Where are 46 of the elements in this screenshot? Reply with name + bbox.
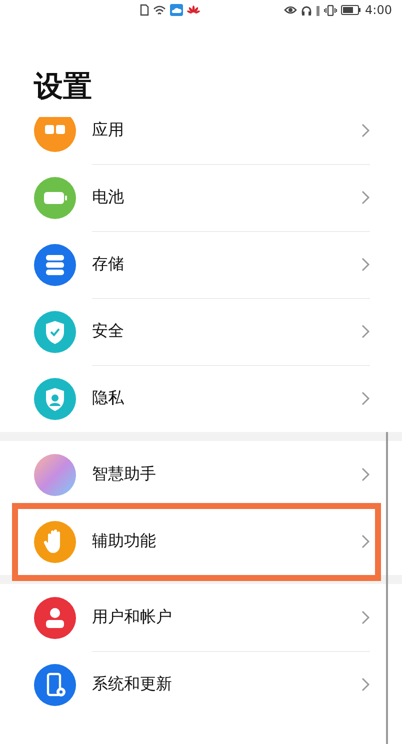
chevron-right-icon xyxy=(361,677,370,692)
chevron-right-icon xyxy=(361,256,370,272)
phone-gear-icon xyxy=(34,664,76,706)
settings-row[interactable]: 电池 xyxy=(0,164,402,231)
settings-label: 智慧助手 xyxy=(92,464,157,484)
flower-logo-icon xyxy=(187,4,200,16)
settings-label: 安全 xyxy=(92,320,125,342)
shield-person-icon xyxy=(34,378,76,420)
gradient-orb-icon xyxy=(34,454,76,496)
settings-label: 隐私 xyxy=(92,388,125,409)
chevron-right-icon xyxy=(361,324,370,338)
settings-row[interactable]: 智慧助手 xyxy=(0,441,402,508)
settings-row[interactable]: 安全 xyxy=(0,298,402,365)
chevron-right-icon xyxy=(361,466,370,482)
chevron-right-icon xyxy=(361,610,370,624)
shield-check-icon xyxy=(34,310,76,352)
chevron-right-icon xyxy=(361,534,370,549)
settings-label: 系统和更新 xyxy=(92,674,173,695)
chevron-right-icon xyxy=(361,391,370,406)
person-icon xyxy=(34,596,76,638)
settings-label: 辅助功能 xyxy=(92,531,157,552)
cloud-icon xyxy=(170,4,183,16)
chevron-right-icon xyxy=(361,122,370,138)
signal-bar-icon xyxy=(316,4,320,16)
wifi-icon xyxy=(153,4,166,16)
settings-label: 存储 xyxy=(92,254,125,274)
clock-time: 4:00 xyxy=(365,3,392,17)
settings-row[interactable]: 隐私 xyxy=(0,365,402,432)
settings-row[interactable]: 系统和更新 xyxy=(0,651,402,718)
battery-icon xyxy=(34,176,76,218)
headphones-icon xyxy=(301,4,312,16)
battery-icon xyxy=(341,5,362,15)
settings-label: 应用 xyxy=(92,120,125,140)
settings-row[interactable]: 应用 xyxy=(0,117,402,164)
settings-row[interactable]: 用户和帐户 xyxy=(0,584,402,651)
page-title: 设置 xyxy=(34,68,92,105)
settings-label: 用户和帐户 xyxy=(92,606,173,628)
hand-icon xyxy=(34,520,76,562)
storage-icon xyxy=(34,244,76,286)
eye-icon xyxy=(284,5,298,15)
sim-icon xyxy=(140,4,149,16)
vibrate-icon xyxy=(324,4,338,16)
settings-row[interactable]: 存储 xyxy=(0,231,402,298)
settings-row[interactable]: 辅助功能 xyxy=(0,508,402,575)
chevron-right-icon xyxy=(361,190,370,204)
settings-label: 电池 xyxy=(92,186,125,208)
